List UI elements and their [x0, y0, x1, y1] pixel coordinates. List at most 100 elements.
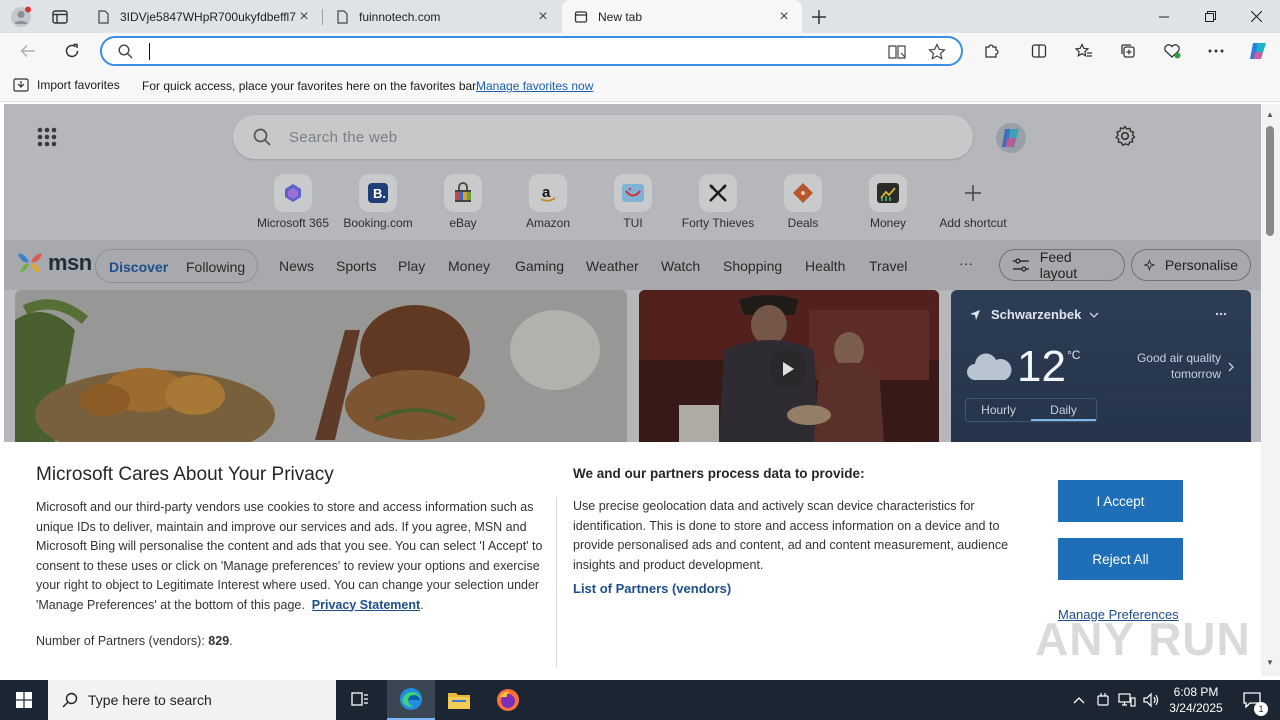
shortcut-money[interactable]: Money	[846, 174, 930, 230]
tab-daily[interactable]: Daily	[1031, 399, 1096, 421]
refresh-button[interactable]	[57, 37, 87, 65]
nav-health[interactable]: Health	[805, 258, 845, 274]
folder-icon	[448, 693, 470, 709]
tab-hourly[interactable]: Hourly	[966, 399, 1031, 421]
taskbar-edge-button[interactable]	[387, 680, 435, 720]
taskbar-firefox-button[interactable]	[484, 680, 532, 720]
nav-shopping[interactable]: Shopping	[723, 258, 782, 274]
favorites-button[interactable]	[1069, 37, 1099, 65]
collections-button[interactable]	[1113, 37, 1143, 65]
amazon-icon: a	[540, 184, 556, 202]
sliders-icon	[1012, 258, 1029, 272]
forty-thieves-icon	[709, 184, 727, 202]
tab-2[interactable]: fuinnotech.com ×	[323, 0, 561, 33]
news-card-image[interactable]	[15, 290, 627, 442]
shortcut-tui[interactable]: TUI	[591, 174, 675, 230]
favorite-star-icon[interactable]	[928, 43, 946, 61]
sparkle-icon	[1144, 258, 1155, 272]
video-card[interactable]	[639, 290, 939, 442]
partners-list-link[interactable]: List of Partners (vendors)	[573, 581, 731, 596]
close-window-button[interactable]	[1233, 0, 1279, 33]
tab-actions-icon[interactable]	[48, 6, 72, 28]
web-search-box[interactable]: Search the web	[233, 115, 973, 159]
tab-following[interactable]: Following	[186, 259, 245, 275]
nav-news[interactable]: News	[279, 258, 314, 274]
tab-3-active[interactable]: New tab ×	[562, 0, 802, 33]
nav-play[interactable]: Play	[398, 258, 425, 274]
nav-weather[interactable]: Weather	[586, 258, 639, 274]
import-favorites-button[interactable]: Import favorites	[13, 78, 120, 92]
minimize-button[interactable]	[1141, 0, 1187, 33]
weather-location[interactable]: Schwarzenbek	[969, 307, 1099, 322]
settings-more-button[interactable]	[1201, 37, 1231, 65]
action-center-button[interactable]: 1	[1232, 680, 1272, 720]
manage-favorites-link[interactable]: Manage favorites now	[476, 79, 593, 93]
tab-discover[interactable]: Discover	[109, 259, 168, 275]
chevron-right-icon[interactable]	[1228, 362, 1234, 372]
close-tab-icon[interactable]: ×	[776, 8, 792, 25]
address-bar[interactable]	[100, 36, 963, 66]
nav-money[interactable]: Money	[448, 258, 490, 274]
address-input[interactable]	[146, 42, 846, 60]
shortcut-label: eBay	[449, 216, 477, 230]
device-tray-icon[interactable]	[1092, 680, 1114, 720]
copilot-button[interactable]	[1243, 37, 1273, 65]
volume-tray-icon[interactable]	[1140, 680, 1162, 720]
new-tab-page-icon	[574, 10, 588, 23]
show-hidden-icons-button[interactable]	[1068, 680, 1090, 720]
more-dots-icon[interactable]	[1215, 312, 1227, 316]
browser-essentials-button[interactable]	[1157, 37, 1187, 65]
nav-watch[interactable]: Watch	[661, 258, 700, 274]
page-icon	[337, 9, 348, 24]
personalise-button[interactable]: Personalise	[1131, 249, 1251, 281]
close-tab-icon[interactable]: ×	[535, 8, 551, 25]
taskbar-search-box[interactable]: Type here to search	[48, 680, 336, 720]
air-quality-text[interactable]: Good air quality tomorrow	[1111, 350, 1221, 382]
accept-button[interactable]: I Accept	[1058, 480, 1183, 522]
start-button[interactable]	[0, 680, 48, 720]
tab-1[interactable]: 3IDVje5847WHpR700ukyfdbeffl70 ×	[84, 0, 322, 33]
taskbar-explorer-button[interactable]	[435, 680, 483, 720]
chevron-down-icon	[1089, 312, 1099, 318]
reject-all-button[interactable]: Reject All	[1058, 538, 1183, 580]
nav-more-button[interactable]: ···	[959, 255, 973, 271]
back-button[interactable]	[13, 37, 43, 65]
copilot-page-button[interactable]	[994, 121, 1028, 155]
task-view-icon	[351, 692, 368, 706]
taskbar-clock[interactable]: 6:08 PM 3/24/2025	[1165, 684, 1227, 716]
page-settings-button[interactable]	[1114, 125, 1136, 150]
task-view-button[interactable]	[336, 680, 384, 720]
shortcut-deals[interactable]: Deals	[761, 174, 845, 230]
shortcut-amazon[interactable]: a Amazon	[506, 174, 590, 230]
new-tab-button[interactable]	[806, 5, 832, 29]
extensions-button[interactable]	[976, 37, 1006, 65]
profile-avatar[interactable]	[8, 4, 34, 30]
page-scrollbar[interactable]: ▲ ▼	[1261, 104, 1280, 676]
refresh-icon	[65, 43, 79, 58]
msn-logo[interactable]: msn	[16, 250, 92, 276]
back-arrow-icon	[20, 44, 35, 58]
network-tray-icon[interactable]	[1115, 680, 1139, 720]
close-tab-icon[interactable]: ×	[296, 8, 312, 25]
shortcut-booking[interactable]: B. Booking.com	[336, 174, 420, 230]
nav-travel[interactable]: Travel	[869, 258, 907, 274]
immersive-reader-icon[interactable]	[888, 44, 906, 60]
split-screen-button[interactable]	[1024, 37, 1054, 65]
app-launcher-icon[interactable]	[37, 127, 57, 150]
shortcut-add[interactable]: Add shortcut	[931, 174, 1015, 230]
feed-layout-button[interactable]: Feed layout	[999, 249, 1125, 281]
weather-card[interactable]: Schwarzenbek 12 °C Good air quality tomo…	[951, 290, 1251, 442]
scroll-down-arrow-icon[interactable]: ▼	[1266, 658, 1274, 667]
scrollbar-thumb[interactable]	[1266, 126, 1274, 236]
weather-unit: °C	[1067, 348, 1081, 362]
nav-sports[interactable]: Sports	[336, 258, 376, 274]
privacy-statement-link[interactable]: Privacy Statement	[312, 598, 420, 612]
play-button[interactable]	[769, 350, 807, 388]
shortcut-microsoft-365[interactable]: Microsoft 365	[251, 174, 335, 230]
svg-text:a: a	[542, 184, 551, 201]
scroll-up-arrow-icon[interactable]: ▲	[1266, 110, 1274, 119]
restore-button[interactable]	[1187, 0, 1233, 33]
nav-gaming[interactable]: Gaming	[515, 258, 564, 274]
shortcut-ebay[interactable]: eBay	[421, 174, 505, 230]
shortcut-forty-thieves[interactable]: Forty Thieves	[676, 174, 760, 230]
